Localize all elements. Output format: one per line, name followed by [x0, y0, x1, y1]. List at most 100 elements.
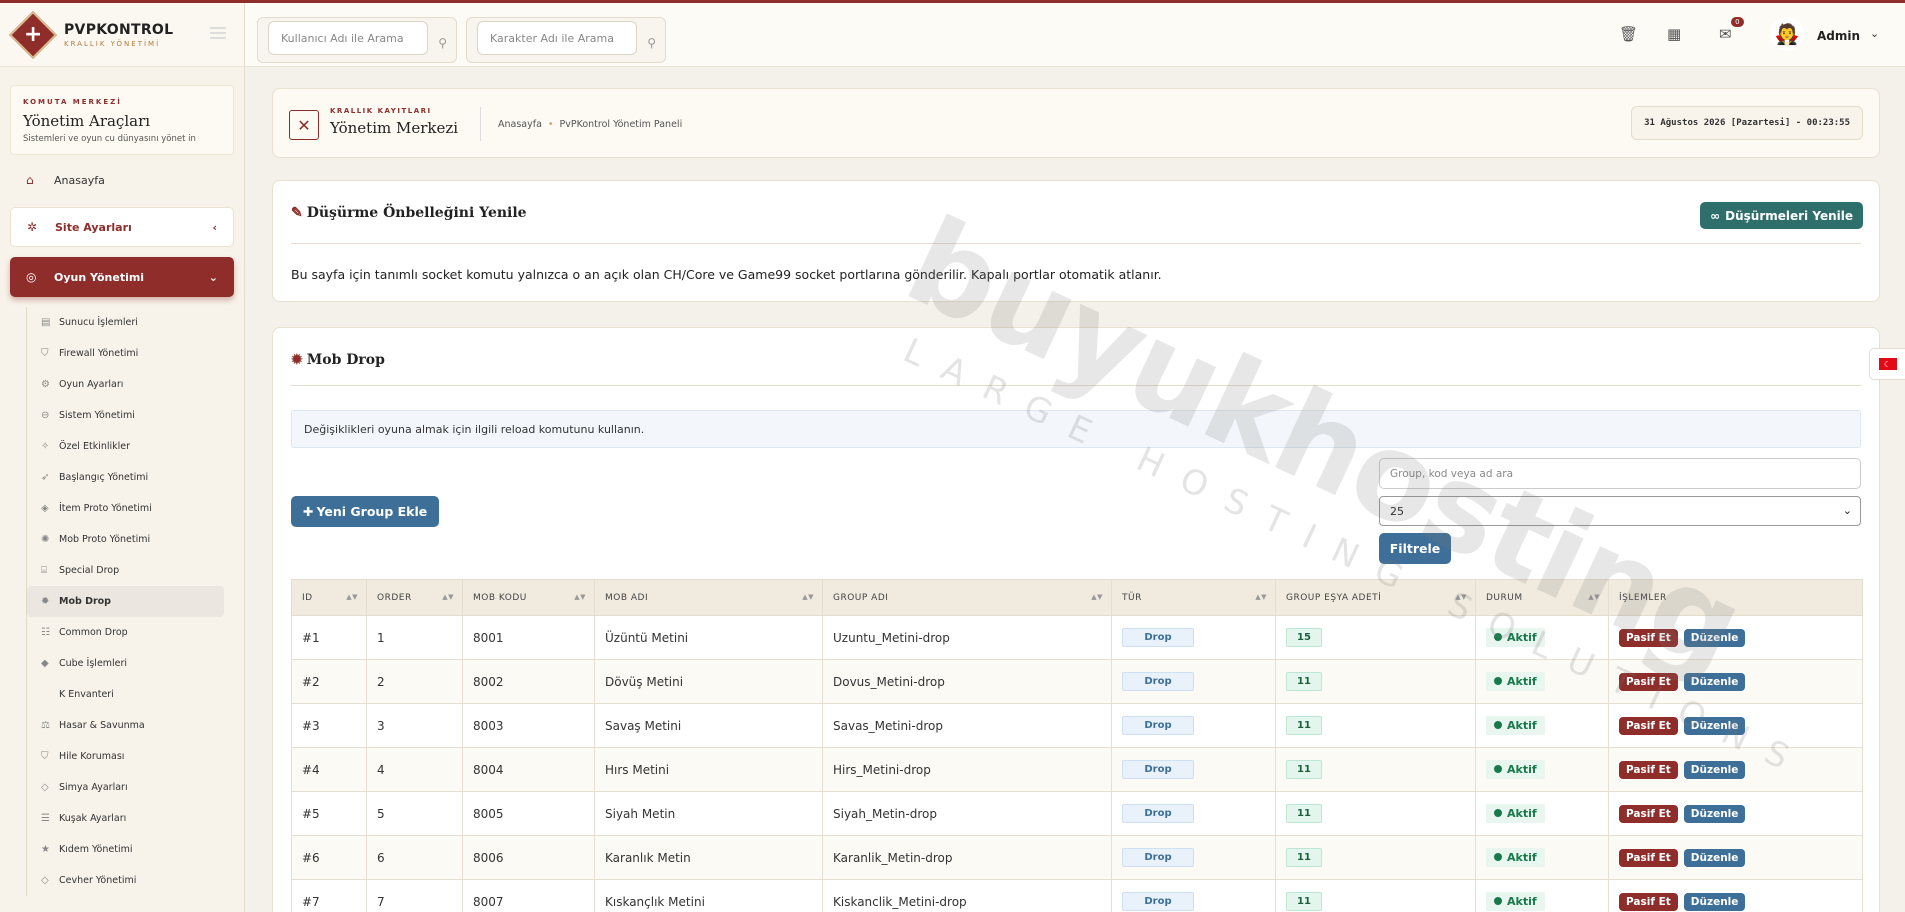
- deactivate-button[interactable]: Pasif Et: [1619, 848, 1678, 867]
- nav-site-settings[interactable]: ✲ Site Ayarları ‹: [10, 207, 234, 247]
- edit-button[interactable]: Düzenle: [1683, 672, 1746, 691]
- cell-group: Savas_Metini-drop: [822, 703, 1112, 748]
- deactivate-button[interactable]: Pasif Et: [1619, 804, 1678, 823]
- col-type[interactable]: TÜR ▲▼: [1111, 579, 1276, 616]
- sub-item-rank[interactable]: ★ Kıdem Yönetimi: [27, 834, 234, 865]
- cell-status: Aktif: [1475, 747, 1609, 792]
- mob-drop-title: ✹ Mob Drop: [291, 352, 385, 368]
- cell-status: Aktif: [1475, 791, 1609, 836]
- sub-item-ore[interactable]: ◇ Cevher Yönetimi: [27, 865, 234, 896]
- breadcrumb-home[interactable]: Anasayfa: [498, 119, 542, 130]
- sub-item-special-drop[interactable]: ⌸ Special Drop: [27, 555, 234, 586]
- sub-item-item-proto[interactable]: ◈ İtem Proto Yönetimi: [27, 493, 234, 524]
- cell-type: Drop: [1111, 659, 1276, 704]
- col-mob-name[interactable]: MOB ADI ▲▼: [594, 579, 823, 616]
- status-badge: Aktif: [1486, 760, 1545, 779]
- trash-icon[interactable]: 🗑: [1619, 25, 1638, 43]
- deactivate-button[interactable]: Pasif Et: [1619, 892, 1678, 911]
- table-row: #7 7 8007 Kıskançlık Metini Kiskanclik_Metin…: [291, 879, 1863, 912]
- cogs-icon: ⚙: [41, 379, 50, 390]
- cell-type: Drop: [1111, 615, 1276, 660]
- refresh-drops-button[interactable]: ∞ Düşürmeleri Yenile: [1700, 202, 1863, 229]
- cube-icon: ◈: [41, 503, 49, 514]
- col-group-name[interactable]: GROUP ADI ▲▼: [822, 579, 1112, 616]
- close-icon[interactable]: ✕: [289, 110, 319, 140]
- brand-sub: KRALLIK YÖNETİMİ: [64, 39, 161, 48]
- cell-order: 2: [366, 659, 463, 704]
- brand[interactable]: + PVPKONTROL KRALLIK YÖNETİMİ: [0, 3, 244, 67]
- edit-button[interactable]: Düzenle: [1683, 760, 1746, 779]
- cell-id: #1: [291, 615, 367, 660]
- user-search-input[interactable]: Kullanıcı Adı ile Arama: [268, 21, 428, 55]
- edit-button[interactable]: Düzenle: [1683, 848, 1746, 867]
- type-badge: Drop: [1122, 760, 1194, 779]
- sub-item-game-settings[interactable]: ⚙ Oyun Ayarları: [27, 369, 234, 400]
- cell-order: 3: [366, 703, 463, 748]
- cell-id: #5: [291, 791, 367, 836]
- per-page-select[interactable]: 25 ⌄: [1379, 496, 1861, 526]
- deactivate-button[interactable]: Pasif Et: [1619, 672, 1678, 691]
- breadcrumb-current: PvPKontrol Yönetim Paneli: [559, 119, 683, 130]
- edit-button[interactable]: Düzenle: [1683, 892, 1746, 911]
- sub-item-server[interactable]: ▤ Sunucu İşlemleri: [27, 307, 234, 338]
- col-item-count[interactable]: GROUP EŞYA ADETİ ▲▼: [1275, 579, 1476, 616]
- cell-id: #4: [291, 747, 367, 792]
- col-mob-code[interactable]: MOB KODU ▲▼: [462, 579, 595, 616]
- char-search-input[interactable]: Karakter Adı ile Arama: [477, 21, 637, 55]
- sub-item-anticheat[interactable]: ⛉ Hile Koruması: [27, 741, 234, 772]
- deactivate-button[interactable]: Pasif Et: [1619, 628, 1678, 647]
- admin-name[interactable]: Admin: [1817, 29, 1860, 43]
- sub-item-damage[interactable]: ⚖ Hasar & Savunma: [27, 710, 234, 741]
- table-row: #4 4 8004 Hırs Metini Hirs_Metini-drop Drop 11…: [291, 747, 1863, 792]
- dot-icon: •: [547, 119, 554, 130]
- nav-game-management[interactable]: ◎ Oyun Yönetimi ⌄: [10, 257, 234, 297]
- sub-item-mob-proto[interactable]: ✺ Mob Proto Yönetimi: [27, 524, 234, 555]
- mail-icon[interactable]: ✉ 0: [1719, 17, 1744, 43]
- sub-item-system[interactable]: ⊖ Sistem Yönetimi: [27, 400, 234, 431]
- edit-button[interactable]: Düzenle: [1683, 628, 1746, 647]
- status-label: Aktif: [1507, 807, 1537, 820]
- edit-button[interactable]: Düzenle: [1683, 804, 1746, 823]
- sub-item-mob-drop[interactable]: ✹ Mob Drop: [27, 586, 224, 617]
- wand-icon: ✧: [41, 441, 50, 452]
- sub-item-cube[interactable]: ◆ Cube İşlemleri: [27, 648, 234, 679]
- shield-icon: ⛉: [41, 348, 49, 359]
- nav-home[interactable]: ⌂ Anasayfa: [10, 163, 234, 197]
- cube-icon: ◆: [41, 658, 49, 669]
- search-icon[interactable]: ⚲: [647, 36, 656, 50]
- dot-icon: [1494, 633, 1502, 641]
- avatar[interactable]: 🧛: [1770, 17, 1804, 51]
- nav-game-label: Oyun Yönetimi: [54, 270, 145, 284]
- deactivate-button[interactable]: Pasif Et: [1619, 760, 1678, 779]
- calendar-icon[interactable]: ▦: [1667, 25, 1681, 43]
- col-order[interactable]: ORDER ▲▼: [366, 579, 463, 616]
- sub-item-common-drop[interactable]: ☷ Common Drop: [27, 617, 234, 648]
- chevron-down-icon[interactable]: ⌄: [1870, 27, 1879, 40]
- status-badge: Aktif: [1486, 672, 1545, 691]
- dot-icon: [1494, 897, 1502, 905]
- sub-item-events[interactable]: ✧ Özel Etkinlikler: [27, 431, 234, 462]
- cell-status: Aktif: [1475, 615, 1609, 660]
- col-id[interactable]: ID ▲▼: [291, 579, 367, 616]
- cell-name: Karanlık Metin: [594, 835, 823, 880]
- sub-item-label: Mob Proto Yönetimi: [59, 534, 151, 545]
- sub-item-alchemy[interactable]: ◇ Simya Ayarları: [27, 772, 234, 803]
- deactivate-button[interactable]: Pasif Et: [1619, 716, 1678, 735]
- edit-button[interactable]: Düzenle: [1683, 716, 1746, 735]
- group-search-input[interactable]: Group, kod veya ad ara: [1379, 458, 1861, 489]
- sub-item-firewall[interactable]: ⛉ Firewall Yönetimi: [27, 338, 234, 369]
- language-flag[interactable]: ☾: [1869, 348, 1905, 380]
- col-status[interactable]: DURUM ▲▼: [1475, 579, 1609, 616]
- menu-toggle-icon[interactable]: [210, 27, 226, 39]
- cell-id: #2: [291, 659, 367, 704]
- add-group-button[interactable]: ✚ Yeni Group Ekle: [291, 496, 440, 527]
- sub-item-belt[interactable]: ☰ Kuşak Ayarları: [27, 803, 234, 834]
- sub-item-k-inventory[interactable]: K Envanteri: [27, 679, 234, 710]
- search-icon[interactable]: ⚲: [438, 36, 447, 50]
- filter-button[interactable]: Filtrele: [1379, 533, 1451, 564]
- list-icon: ☷: [41, 627, 50, 638]
- paw-icon: ✺: [41, 534, 50, 545]
- sub-item-start[interactable]: ➶ Başlangıç Yönetimi: [27, 462, 234, 493]
- cell-actions: Pasif Et Düzenle: [1608, 747, 1863, 792]
- info-alert: Değişiklikleri oyuna almak için ilgili r…: [291, 410, 1861, 448]
